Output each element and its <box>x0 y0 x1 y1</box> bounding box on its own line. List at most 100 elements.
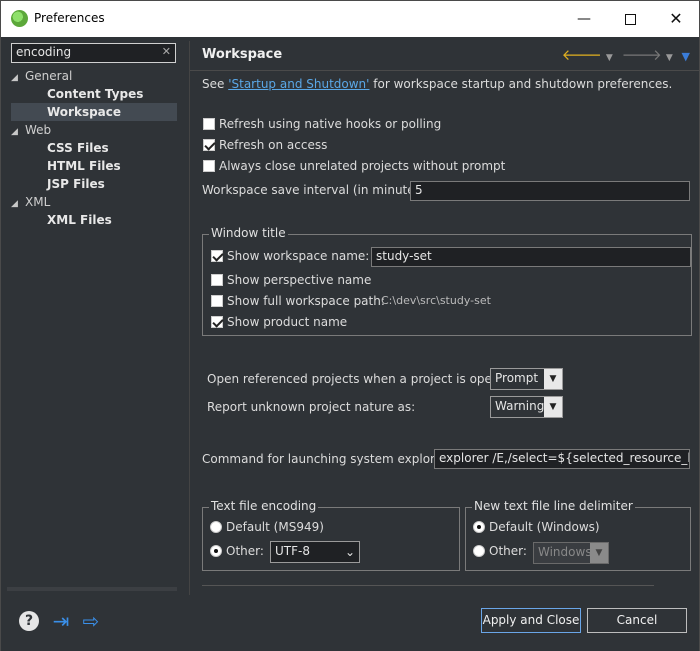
report-unknown-select[interactable]: Warning ▼ <box>490 396 563 418</box>
workspace-name-input[interactable]: study-set <box>371 247 691 267</box>
tree-item-xml[interactable]: ◢ XML <box>11 193 50 211</box>
forward-arrow-icon[interactable]: 🡒 <box>622 46 662 64</box>
window-title: Preferences <box>34 11 105 25</box>
workspace-preference-page: Workspace 🡐 ▼ 🡒 ▼ ▼ See 'Startup and Shutd… <box>189 41 700 595</box>
title-bar: Preferences — ✕ <box>1 1 699 37</box>
import-icon[interactable]: ⇥ <box>49 610 73 632</box>
radio-label: Default (MS949) <box>226 520 324 534</box>
checkbox-label: Refresh using native hooks or polling <box>219 117 442 131</box>
expanded-arrow-icon[interactable]: ◢ <box>11 195 25 213</box>
chevron-down-icon[interactable]: ⌄ <box>341 542 359 562</box>
tree-item-label: XML Files <box>47 213 112 227</box>
checkbox-box[interactable] <box>203 160 215 172</box>
export-icon[interactable]: ⇨ <box>79 610 103 632</box>
startup-shutdown-link[interactable]: 'Startup and Shutdown' <box>228 77 369 91</box>
chevron-down-icon[interactable]: ▼ <box>544 397 562 417</box>
page-header: Workspace 🡐 ▼ 🡒 ▼ ▼ <box>190 41 700 71</box>
save-interval-input[interactable]: 5 <box>410 181 690 201</box>
checkbox-label: Refresh on access <box>219 138 328 152</box>
select-value: UTF-8 <box>275 544 310 558</box>
radio-circle[interactable] <box>473 521 485 533</box>
checkbox-box[interactable] <box>203 139 215 151</box>
radio-circle[interactable] <box>473 545 485 557</box>
radio-label: Other: <box>226 544 264 558</box>
tree-item-general[interactable]: ◢ General <box>11 67 72 85</box>
tree-item-label: XML <box>25 195 51 209</box>
expanded-arrow-icon[interactable]: ◢ <box>11 123 25 141</box>
close-button[interactable]: ✕ <box>653 1 699 37</box>
show-full-path-checkbox[interactable]: Show full workspace path: <box>211 294 385 308</box>
checkbox-box[interactable] <box>211 295 223 307</box>
view-menu-icon[interactable]: ▼ <box>682 50 690 63</box>
select-value: Prompt <box>495 371 539 385</box>
window-title-group: Window title Show workspace name: study-… <box>202 226 692 336</box>
chevron-down-icon[interactable]: ▼ <box>544 369 562 389</box>
preference-tree: ◢ General Content Types Workspace ◢ Web CS… <box>7 67 177 591</box>
back-dropdown-icon[interactable]: ▼ <box>606 53 613 63</box>
show-perspective-checkbox[interactable]: Show perspective name <box>211 273 371 287</box>
clear-filter-icon[interactable]: ✕ <box>162 45 171 58</box>
apply-and-close-button[interactable]: Apply and Close <box>481 608 581 633</box>
select-value: Warning <box>495 399 545 413</box>
tree-item-label: General <box>25 69 73 83</box>
checkbox-label: Show workspace name: <box>227 249 370 263</box>
text-encoding-legend: Text file encoding <box>209 499 319 513</box>
minimize-button[interactable]: — <box>561 1 607 37</box>
tree-item-content-types[interactable]: Content Types <box>47 85 143 103</box>
show-workspace-name-checkbox[interactable]: Show workspace name: <box>211 249 369 263</box>
tree-item-label: CSS Files <box>47 141 109 155</box>
tree-item-xml-files[interactable]: XML Files <box>47 211 112 229</box>
checkbox-box[interactable] <box>211 274 223 286</box>
back-arrow-icon[interactable]: 🡐 <box>562 46 602 64</box>
tree-item-css-files[interactable]: CSS Files <box>47 139 109 157</box>
radio-circle[interactable] <box>210 521 222 533</box>
separator-line <box>202 585 654 586</box>
preferences-window: Preferences — ✕ encoding ✕ ◢ General Cont… <box>0 0 700 651</box>
intro-suffix: for workspace startup and shutdown prefe… <box>369 77 673 91</box>
cancel-button[interactable]: Cancel <box>587 608 687 633</box>
default-encoding-radio[interactable]: Default (MS949) <box>210 520 324 534</box>
delimiter-select[interactable]: Windows ▼ <box>533 542 609 564</box>
checkbox-label: Show full workspace path: <box>227 294 385 308</box>
tree-item-workspace[interactable]: Workspace <box>11 103 177 121</box>
page-navigation: 🡐 ▼ 🡒 ▼ ▼ <box>558 45 690 64</box>
radio-label: Other: <box>489 544 527 558</box>
help-icon[interactable]: ? <box>19 611 39 631</box>
refresh-native-checkbox[interactable]: Refresh using native hooks or polling <box>203 117 441 131</box>
default-delimiter-radio[interactable]: Default (Windows) <box>473 520 600 534</box>
line-delimiter-group: New text file line delimiter Default (Wi… <box>465 499 691 571</box>
tree-horizontal-scrollbar[interactable] <box>7 587 177 591</box>
tree-item-label: Content Types <box>47 87 144 101</box>
show-product-name-checkbox[interactable]: Show product name <box>211 315 347 329</box>
checkbox-box[interactable] <box>203 118 215 130</box>
select-value: Windows <box>538 545 592 559</box>
filter-input[interactable]: encoding ✕ <box>11 43 176 63</box>
intro-prefix: See <box>202 77 229 91</box>
filter-text: encoding <box>16 45 72 59</box>
explorer-command-input[interactable]: explorer /E,/select=${selected_resource_… <box>434 449 690 469</box>
maximize-button[interactable] <box>607 1 653 37</box>
radio-circle[interactable] <box>210 545 222 557</box>
other-encoding-radio[interactable]: Other: <box>210 544 264 558</box>
always-close-checkbox[interactable]: Always close unrelated projects without … <box>203 159 505 173</box>
dialog-button-bar: ? ⇥ ⇨ Apply and Close Cancel <box>1 597 699 651</box>
full-path-value: C:\dev\src\study-set <box>381 294 491 307</box>
checkbox-label: Show perspective name <box>227 273 372 287</box>
chevron-down-icon[interactable]: ▼ <box>590 543 608 563</box>
checkbox-box[interactable] <box>211 250 223 262</box>
intro-text: See 'Startup and Shutdown' for workspace… <box>202 77 672 91</box>
forward-dropdown-icon[interactable]: ▼ <box>666 53 673 63</box>
tree-item-jsp-files[interactable]: JSP Files <box>47 175 105 193</box>
radio-label: Default (Windows) <box>489 520 600 534</box>
open-referenced-label: Open referenced projects when a project … <box>207 372 519 386</box>
checkbox-box[interactable] <box>211 316 223 328</box>
tree-item-web[interactable]: ◢ Web <box>11 121 51 139</box>
encoding-select[interactable]: UTF-8 ⌄ <box>270 541 360 563</box>
other-delimiter-radio[interactable]: Other: <box>473 544 527 558</box>
tree-item-html-files[interactable]: HTML Files <box>47 157 121 175</box>
expanded-arrow-icon[interactable]: ◢ <box>11 69 25 87</box>
window-title-legend: Window title <box>209 226 288 240</box>
tree-item-label: JSP Files <box>47 177 105 191</box>
refresh-access-checkbox[interactable]: Refresh on access <box>203 138 327 152</box>
open-referenced-select[interactable]: Prompt ▼ <box>490 368 563 390</box>
